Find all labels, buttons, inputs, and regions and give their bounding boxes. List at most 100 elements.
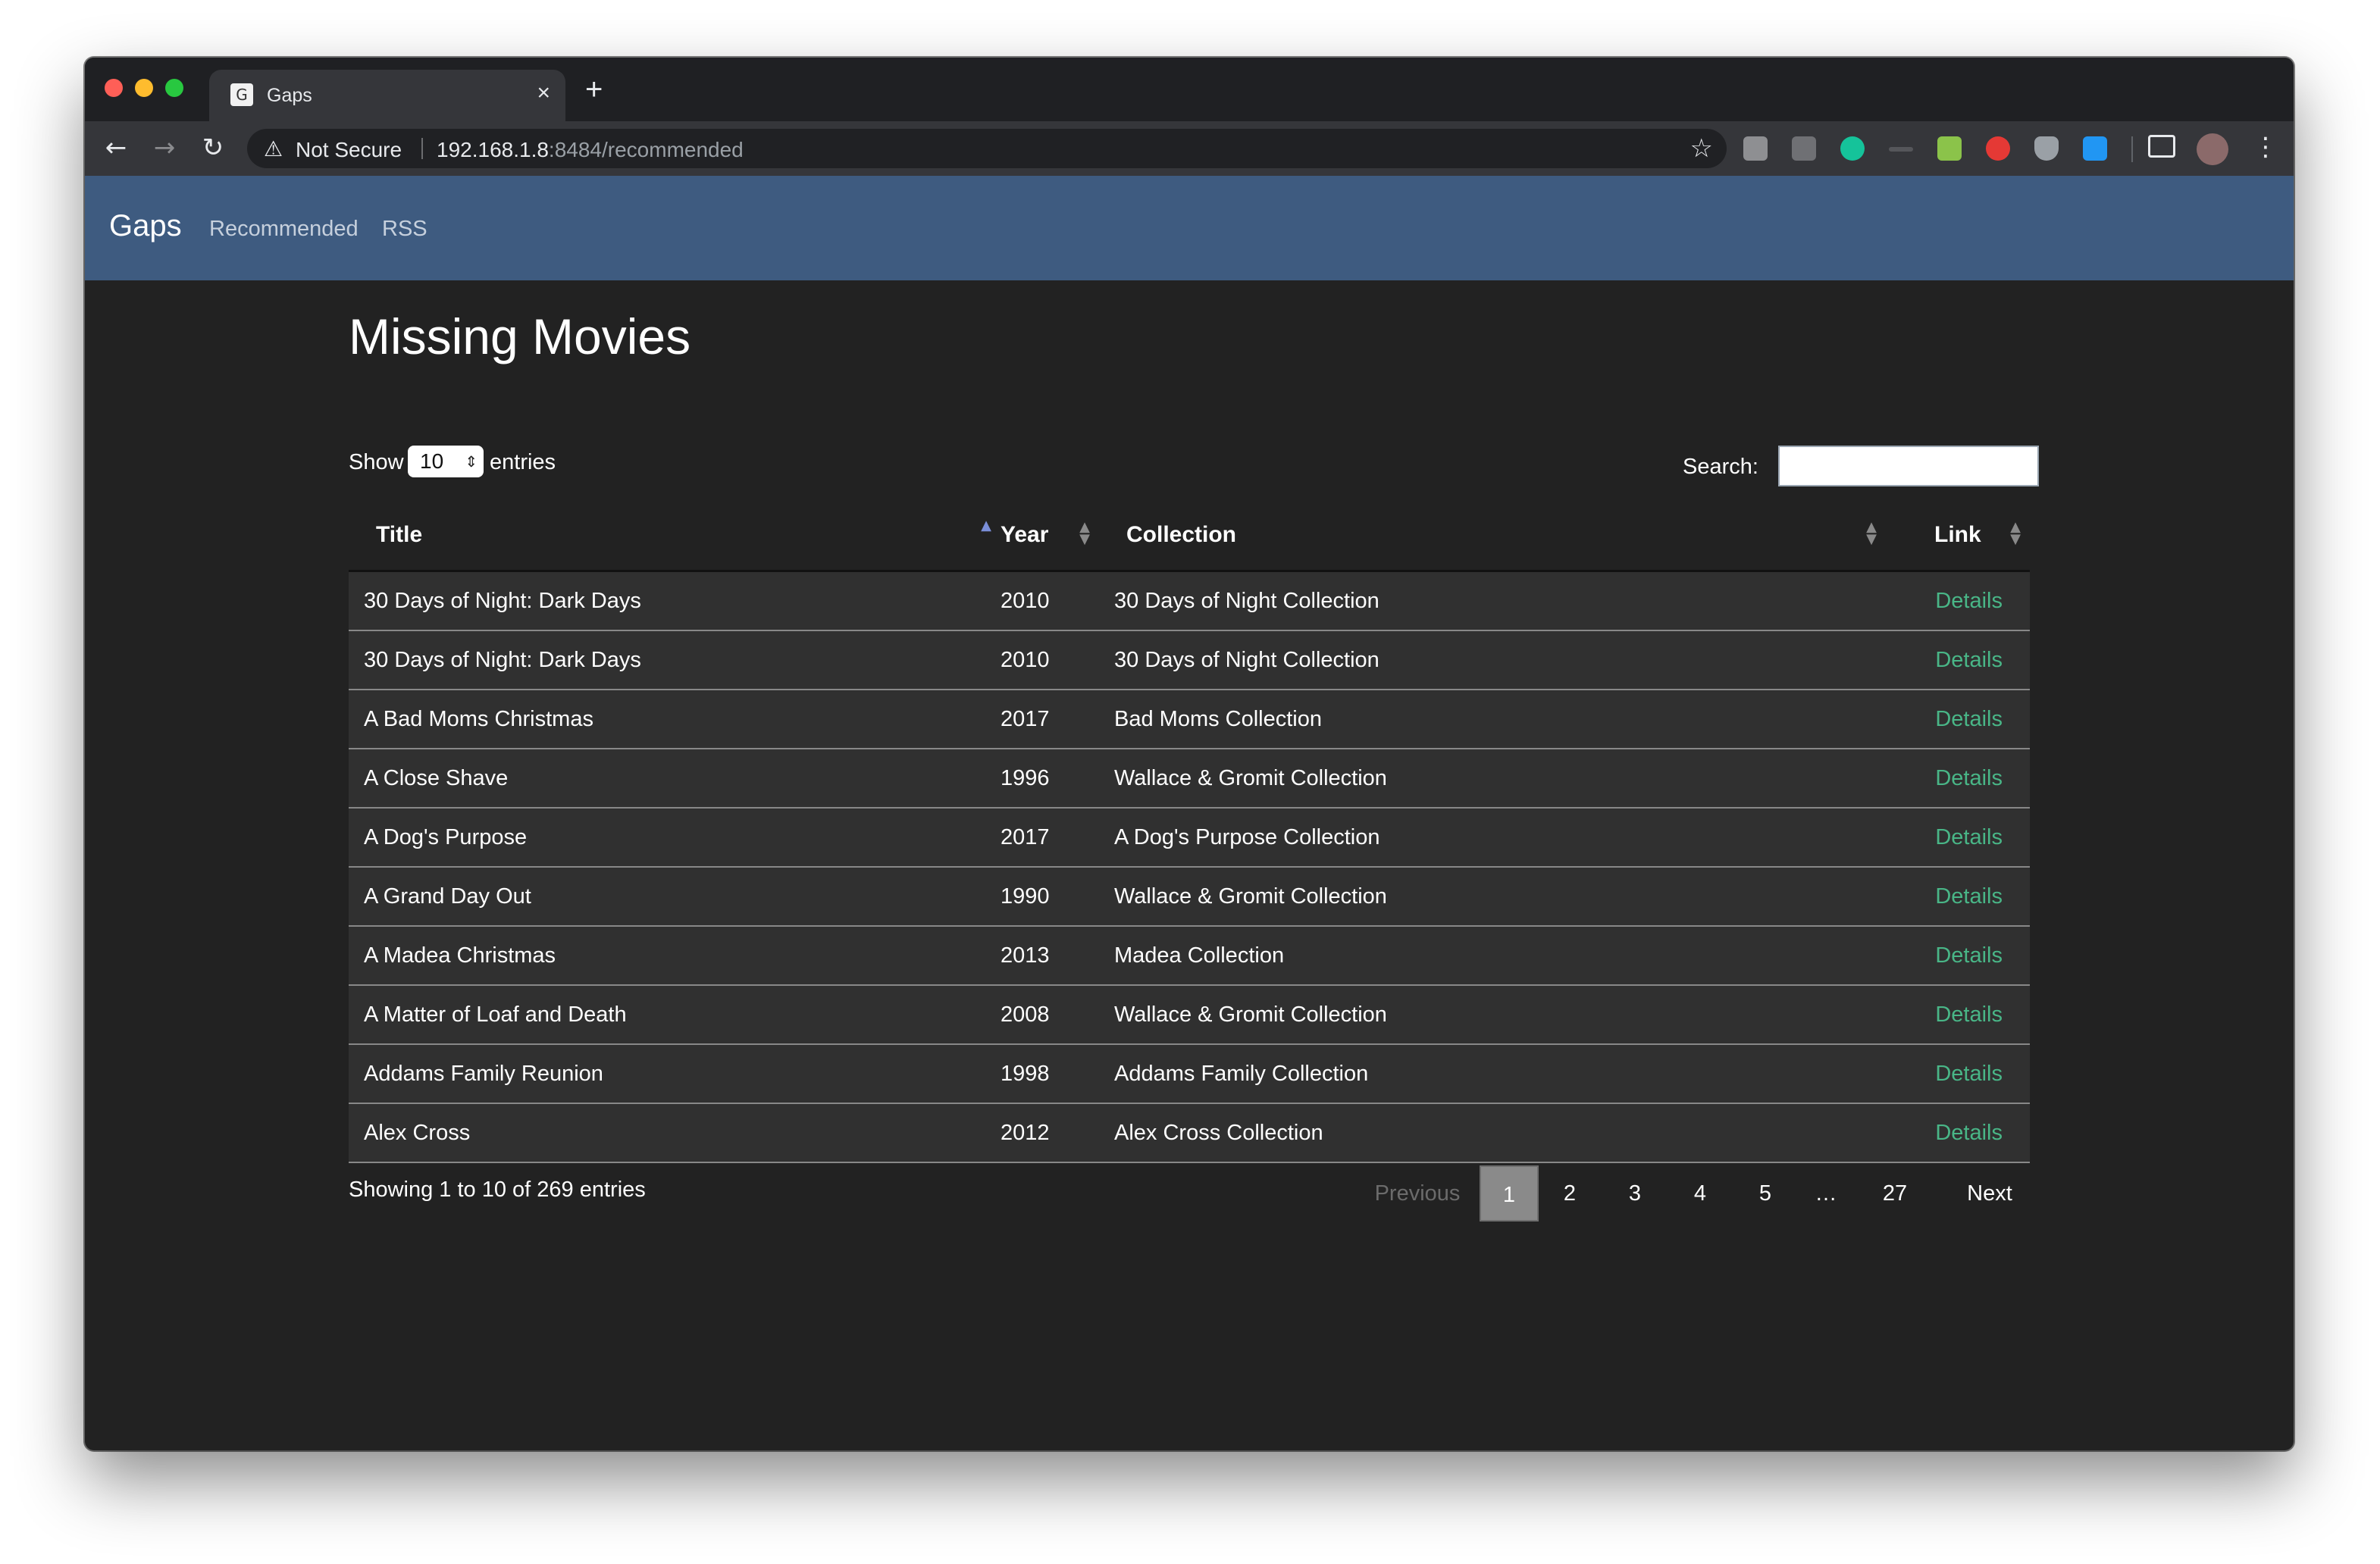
sort-ascending-icon: ▲ xyxy=(981,518,991,533)
title-cell: A Bad Moms Christmas xyxy=(364,706,593,731)
security-label[interactable]: Not Secure xyxy=(296,138,402,162)
year-cell: 1998 xyxy=(1001,1044,1099,1104)
details-link[interactable]: Details xyxy=(1935,766,2003,790)
collection-cell: Bad Moms Collection xyxy=(1099,690,1886,749)
extension-icon[interactable] xyxy=(1937,136,1962,161)
pagination-page[interactable]: 27 xyxy=(1865,1165,1925,1221)
entries-length-select[interactable]: 10 ⇕ xyxy=(408,446,484,477)
column-header-year[interactable]: Year ▲ ▼ xyxy=(1001,500,1099,572)
details-cell: Details xyxy=(1886,749,2030,809)
title-cell: A Close Shave xyxy=(349,749,1001,809)
column-header-title[interactable]: Title ▲ xyxy=(349,500,1001,572)
details-link[interactable]: Details xyxy=(1935,589,2003,613)
details-link[interactable]: Details xyxy=(1935,825,2003,849)
collection-cell: Wallace & Gromit Collection xyxy=(1099,749,1886,809)
table-row: A Close Shave 1996 Wallace & Gromit Collec… xyxy=(349,749,2030,809)
maximize-window-button[interactable] xyxy=(165,79,183,97)
column-header-collection[interactable]: Collection ▲ ▼ xyxy=(1099,500,1886,572)
year-cell: 2013 xyxy=(1001,926,1099,986)
omnibox-divider xyxy=(421,138,423,159)
details-link[interactable]: Details xyxy=(1935,1003,2003,1027)
details-link[interactable]: Details xyxy=(1935,884,2003,909)
grammarly-extension-icon[interactable] xyxy=(1840,136,1865,161)
details-link[interactable]: Details xyxy=(1935,1121,2003,1145)
extension-icon[interactable] xyxy=(1743,136,1768,161)
browser-toolbar: ← → ↻ ⚠ Not Secure 192.168.1.8:8484/reco… xyxy=(85,121,2294,176)
collection-cell: Madea Collection xyxy=(1114,943,1285,968)
pagination-page[interactable]: 2 xyxy=(1543,1165,1596,1221)
title-cell: 30 Days of Night: Dark Days xyxy=(349,630,1001,690)
forward-arrow-icon[interactable]: → xyxy=(147,130,182,165)
collection-cell: Alex Cross Collection xyxy=(1099,1103,1886,1163)
collection-cell: Wallace & Gromit Collection xyxy=(1114,765,1387,790)
kebab-menu-icon[interactable]: ⋮ xyxy=(2253,132,2278,162)
browser-window: G Gaps × + ← → ↻ ⚠ Not Secure 192.168.1.… xyxy=(85,58,2294,1450)
search-label: Search: xyxy=(1683,455,1758,479)
back-arrow-icon[interactable]: ← xyxy=(99,130,133,165)
extension-icon[interactable] xyxy=(1792,136,1816,161)
tab-strip: G Gaps × + xyxy=(85,58,2294,121)
details-link[interactable]: Details xyxy=(1935,648,2003,672)
collection-cell: 30 Days of Night Collection xyxy=(1099,630,1886,690)
url-text[interactable]: 192.168.1.8:8484/recommended xyxy=(437,138,744,162)
collection-cell: 30 Days of Night Collection xyxy=(1099,571,1886,631)
collection-cell: Madea Collection xyxy=(1099,926,1886,986)
extension-icon[interactable] xyxy=(2083,136,2107,161)
year-cell: 2017 xyxy=(1001,690,1099,749)
search-input[interactable] xyxy=(1778,446,2039,486)
extension-icon[interactable] xyxy=(1986,136,2010,161)
year-cell: 2017 xyxy=(1001,808,1099,868)
details-link[interactable]: Details xyxy=(1935,1062,2003,1086)
pagination-page[interactable]: 4 xyxy=(1674,1165,1727,1221)
title-cell: A Madea Christmas xyxy=(364,943,556,968)
sort-icon: ▲ ▼ xyxy=(1079,519,1090,547)
extension-icon[interactable] xyxy=(1889,147,1913,152)
details-cell: Details xyxy=(1886,1103,2030,1163)
pagination-previous[interactable]: Previous xyxy=(1364,1165,1470,1221)
table-row: A Matter of Loaf and Death 2008 Wallace & … xyxy=(349,985,2030,1045)
brand-link[interactable]: Gaps xyxy=(109,209,182,243)
pagination-ellipsis: … xyxy=(1815,1181,1837,1206)
bookmark-star-icon[interactable]: ☆ xyxy=(1690,133,1713,164)
browser-tab[interactable]: G Gaps × xyxy=(209,70,565,121)
title-cell: 30 Days of Night: Dark Days xyxy=(349,571,1001,631)
year-cell: 2012 xyxy=(1001,1120,1050,1145)
reload-icon[interactable]: ↻ xyxy=(196,130,230,165)
nav-link-rss[interactable]: RSS xyxy=(382,217,427,242)
details-link[interactable]: Details xyxy=(1935,943,2003,968)
pagination-page[interactable]: 5 xyxy=(1739,1165,1792,1221)
address-bar[interactable]: ⚠ Not Secure 192.168.1.8:8484/recommende… xyxy=(247,129,1727,168)
year-cell: 2017 xyxy=(1001,706,1050,731)
title-cell: A Grand Day Out xyxy=(349,867,1001,927)
year-cell: 1996 xyxy=(1001,749,1099,809)
details-cell: Details xyxy=(1886,571,2030,631)
minimize-window-button[interactable] xyxy=(135,79,153,97)
table-info: Showing 1 to 10 of 269 entries xyxy=(349,1178,646,1202)
show-label: Show xyxy=(349,450,404,474)
collection-cell: A Dog's Purpose Collection xyxy=(1114,824,1380,849)
year-cell: 1990 xyxy=(1001,884,1050,909)
pagination-page[interactable]: 3 xyxy=(1608,1165,1661,1221)
close-tab-icon[interactable]: × xyxy=(537,80,550,106)
profile-avatar[interactable] xyxy=(2197,133,2228,165)
collection-cell: Wallace & Gromit Collection xyxy=(1099,867,1886,927)
column-header-link[interactable]: Link ▲ ▼ xyxy=(1886,500,2030,572)
title-cell: Alex Cross xyxy=(364,1120,471,1145)
column-header-year-label: Year xyxy=(1001,522,1049,547)
title-cell: A Dog's Purpose xyxy=(349,808,1001,868)
table-row: 30 Days of Night: Dark Days 2010 30 Days o… xyxy=(349,630,2030,690)
pagination-page-current[interactable]: 1 xyxy=(1480,1165,1539,1221)
nav-link-recommended[interactable]: Recommended xyxy=(209,217,359,242)
year-cell: 2010 xyxy=(1001,571,1099,631)
collection-cell: Wallace & Gromit Collection xyxy=(1114,884,1387,909)
collection-cell: Bad Moms Collection xyxy=(1114,706,1322,731)
collection-cell: Wallace & Gromit Collection xyxy=(1114,1002,1387,1027)
pagination-next[interactable]: Next xyxy=(1948,1165,2031,1221)
warning-icon: ⚠ xyxy=(264,136,283,161)
cast-icon[interactable] xyxy=(2148,135,2175,158)
close-window-button[interactable] xyxy=(105,79,123,97)
new-tab-icon[interactable]: + xyxy=(585,74,603,105)
details-link[interactable]: Details xyxy=(1935,707,2003,731)
toolbar-divider xyxy=(2131,136,2133,162)
shield-extension-icon[interactable] xyxy=(2034,136,2059,161)
